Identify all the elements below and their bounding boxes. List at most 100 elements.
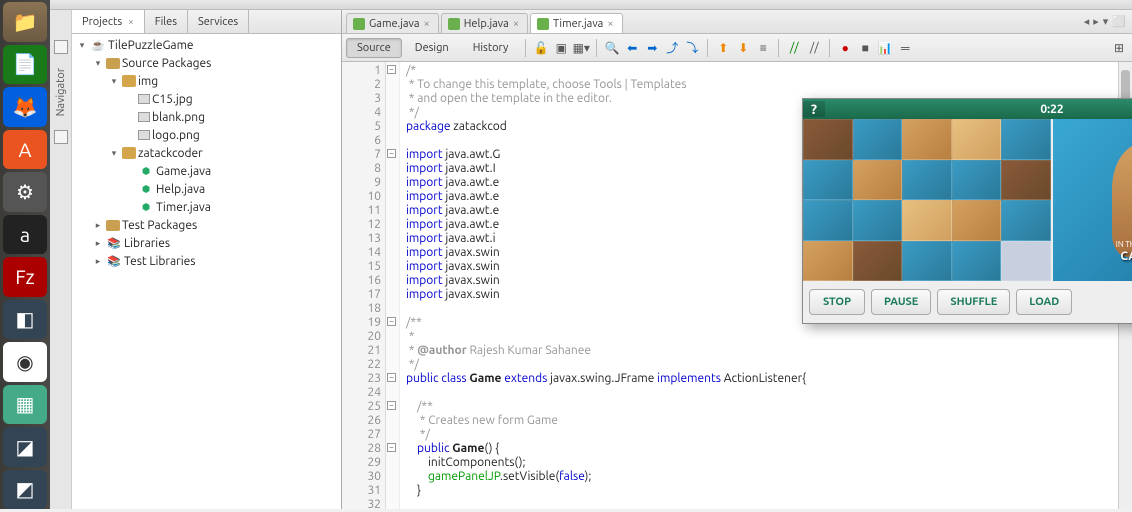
navigator-label[interactable]: Navigator [55, 64, 67, 120]
tab-next-icon[interactable]: ▸ [1093, 15, 1099, 28]
tree-file[interactable]: logo.png [72, 126, 341, 144]
toolbar-icon[interactable]: ═ [896, 39, 914, 57]
file-tab-help[interactable]: Help.java× [441, 13, 528, 33]
launcher-firefox-icon[interactable]: 🦊 [3, 87, 47, 127]
puzzle-tile[interactable] [803, 200, 853, 241]
fold-toggle-icon[interactable]: − [387, 401, 396, 410]
puzzle-tile[interactable] [853, 160, 903, 201]
navigator-toggle-icon[interactable] [54, 130, 68, 144]
tree-file-java[interactable]: ⬢Help.java [72, 180, 341, 198]
tree-source-packages[interactable]: ▾Source Packages [72, 54, 341, 72]
tab-list-icon[interactable]: ▾ [1103, 15, 1109, 28]
fold-toggle-icon[interactable]: − [387, 317, 396, 326]
view-history-button[interactable]: History [462, 38, 520, 58]
tree-file-java[interactable]: ⬢Game.java [72, 162, 341, 180]
navigator-toggle-icon[interactable] [54, 40, 68, 54]
nav-icon[interactable]: ⤴ [663, 39, 681, 57]
toolbar-icon[interactable]: ▣ [552, 39, 570, 57]
tree-test-libraries[interactable]: ▸📚Test Libraries [72, 252, 341, 270]
load-button[interactable]: LOAD [1016, 289, 1072, 315]
game-titlebar[interactable]: ? 0:22 X [803, 99, 1132, 119]
folder-icon [106, 58, 120, 69]
shuffle-button[interactable]: SHUFFLE [937, 289, 1010, 315]
find-prev-icon[interactable]: 🔍 [603, 39, 621, 57]
puzzle-tile[interactable] [1001, 200, 1051, 241]
tab-projects[interactable]: Projects× [72, 10, 145, 33]
maximize-icon[interactable]: ⬜ [1112, 15, 1126, 28]
tree-package-img[interactable]: ▾img [72, 72, 341, 90]
launcher-software-icon[interactable]: A [3, 130, 47, 170]
tab-services[interactable]: Services [188, 10, 249, 33]
launcher-app-icon[interactable]: ▦ [3, 385, 47, 425]
launcher-files-icon[interactable]: 📁 [3, 2, 47, 42]
puzzle-tile[interactable] [902, 241, 952, 282]
nav-icon[interactable]: ➡ [643, 39, 661, 57]
launcher-filezilla-icon[interactable]: Fz [3, 257, 47, 297]
toolbar-icon[interactable]: 📊 [876, 39, 894, 57]
launcher-chrome-icon[interactable]: ◉ [3, 342, 47, 382]
puzzle-tile[interactable] [853, 241, 903, 282]
close-icon[interactable]: × [513, 18, 519, 30]
close-icon[interactable]: × [607, 18, 613, 30]
tree-file[interactable]: blank.png [72, 108, 341, 126]
fold-toggle-icon[interactable]: − [387, 443, 396, 452]
launcher-settings-icon[interactable]: ⚙ [3, 172, 47, 212]
launcher-app-icon[interactable]: ◩ [3, 470, 47, 510]
puzzle-tile[interactable] [853, 119, 903, 160]
fold-toggle-icon[interactable]: − [387, 149, 396, 158]
puzzle-tile[interactable] [1001, 160, 1051, 201]
tab-prev-icon[interactable]: ◂ [1084, 15, 1090, 28]
close-icon[interactable]: × [128, 16, 134, 27]
toolbar-icon[interactable]: ≡ [754, 39, 772, 57]
record-icon[interactable]: ● [836, 39, 854, 57]
puzzle-tile[interactable] [902, 200, 952, 241]
view-design-button[interactable]: Design [404, 38, 460, 58]
puzzle-tile[interactable] [952, 241, 1002, 282]
launcher-amazon-icon[interactable]: a [3, 215, 47, 255]
tab-files[interactable]: Files [145, 10, 188, 33]
puzzle-tile[interactable] [952, 160, 1002, 201]
toolbar-icon[interactable]: ⬆ [714, 39, 732, 57]
file-tab-game[interactable]: Game.java× [346, 13, 439, 33]
pause-button[interactable]: PAUSE [871, 289, 931, 315]
project-icon: ☕ [90, 38, 106, 52]
puzzle-tile[interactable] [803, 160, 853, 201]
puzzle-tile[interactable] [952, 119, 1002, 160]
puzzle-empty-slot[interactable] [1001, 241, 1051, 282]
puzzle-tile[interactable] [902, 160, 952, 201]
puzzle-board[interactable] [803, 119, 1051, 281]
puzzle-tile[interactable] [1001, 119, 1051, 160]
view-source-button[interactable]: Source [346, 38, 402, 58]
comment-icon[interactable]: // [785, 39, 803, 57]
launcher-app-icon[interactable]: ◪ [3, 427, 47, 467]
puzzle-tile[interactable] [853, 200, 903, 241]
puzzle-tile[interactable] [952, 200, 1002, 241]
fold-column[interactable]: − − − − − − [386, 62, 400, 509]
tree-test-packages[interactable]: ▸Test Packages [72, 216, 341, 234]
toolbar-icon[interactable]: 🔓 [532, 39, 550, 57]
file-tab-timer[interactable]: Timer.java× [530, 13, 623, 33]
toolbar-icon[interactable]: ⬇ [734, 39, 752, 57]
fold-toggle-icon[interactable]: − [387, 65, 396, 74]
puzzle-tile[interactable] [803, 119, 853, 160]
puzzle-tile[interactable] [803, 241, 853, 282]
find-next-icon[interactable]: ⬅ [623, 39, 641, 57]
nav-icon[interactable]: ⤵ [683, 39, 701, 57]
tree-file-java[interactable]: ⬢Timer.java [72, 198, 341, 216]
launcher-app-icon[interactable]: ◧ [3, 300, 47, 340]
toolbar-icon[interactable]: ▦▾ [572, 39, 590, 57]
tree-libraries[interactable]: ▸📚Libraries [72, 234, 341, 252]
tree-package-code[interactable]: ▾zatackcoder [72, 144, 341, 162]
stop-button[interactable]: STOP [809, 289, 865, 315]
help-button[interactable]: ? [803, 101, 825, 117]
close-icon[interactable]: × [424, 18, 430, 30]
split-icon[interactable]: ⊞ [1110, 39, 1128, 57]
project-tree[interactable]: ▾☕TilePuzzleGame ▾Source Packages ▾img C… [72, 34, 341, 509]
puzzle-tile[interactable] [902, 119, 952, 160]
launcher-libreoffice-icon[interactable]: 📄 [3, 45, 47, 85]
stop-icon[interactable]: ■ [856, 39, 874, 57]
uncomment-icon[interactable]: // [805, 39, 823, 57]
tree-project-root[interactable]: ▾☕TilePuzzleGame [72, 36, 341, 54]
tree-file[interactable]: C15.jpg [72, 90, 341, 108]
fold-toggle-icon[interactable]: − [387, 373, 396, 382]
